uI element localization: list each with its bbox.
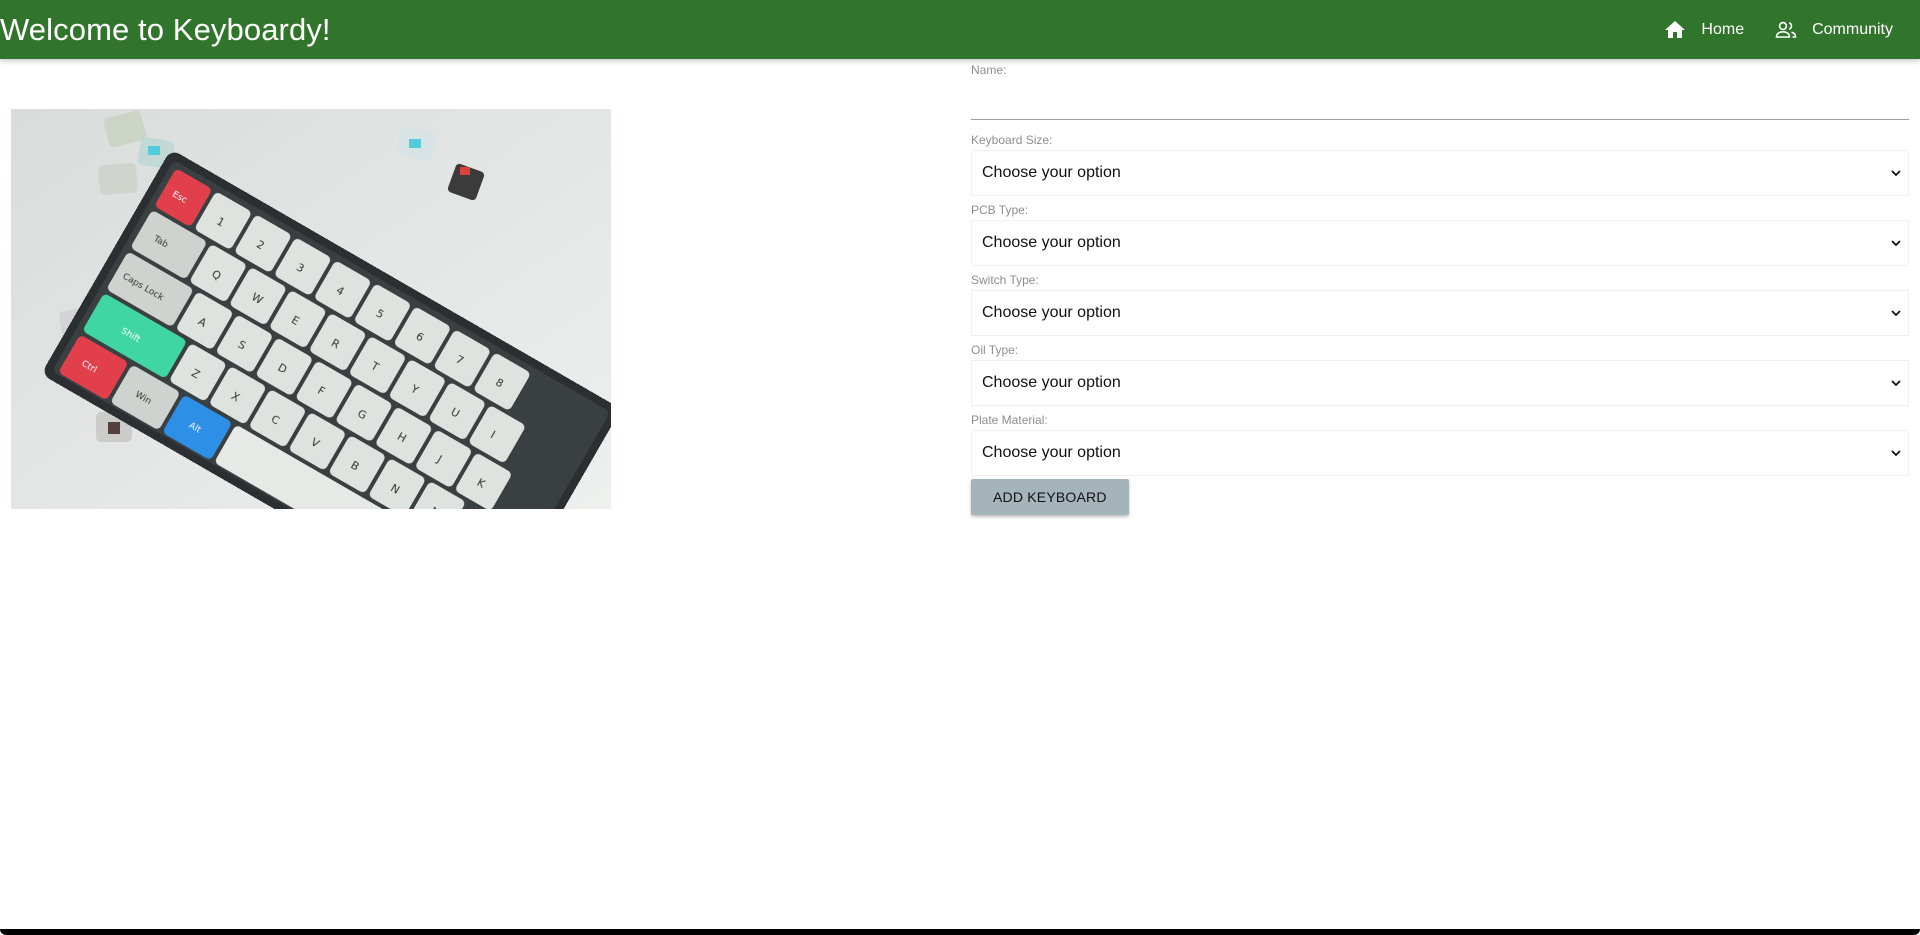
- chevron-down-icon: [1890, 237, 1902, 249]
- window-bottom-edge: [0, 923, 1920, 935]
- keyboard-size-label: Keyboard Size:: [971, 133, 1053, 147]
- people-icon: [1774, 18, 1798, 42]
- plate-material-select[interactable]: Choose your option: [971, 430, 1909, 476]
- nav-community-link[interactable]: Community: [1759, 0, 1908, 59]
- site-title[interactable]: Welcome to Keyboardy!: [0, 0, 331, 59]
- nav-community-label: Community: [1812, 20, 1893, 38]
- nav-home-label: Home: [1701, 20, 1745, 38]
- name-input[interactable]: [971, 78, 1909, 120]
- switch-type-select[interactable]: Choose your option: [971, 290, 1909, 336]
- pcb-type-value: Choose your option: [982, 234, 1121, 251]
- keyboard-photo: Esc 123 456 78 Tab Q W E R T Y U I Caps …: [11, 109, 611, 509]
- home-icon: [1663, 18, 1687, 42]
- plate-material-label: Plate Material:: [971, 413, 1048, 427]
- add-keyboard-form: Name: Keyboard Size: Choose your option …: [971, 62, 1909, 515]
- oil-type-value: Choose your option: [982, 374, 1121, 391]
- oil-type-label: Oil Type:: [971, 343, 1019, 357]
- name-label: Name:: [971, 63, 1007, 77]
- keyboard-size-value: Choose your option: [982, 164, 1121, 181]
- chevron-down-icon: [1890, 307, 1902, 319]
- nav-links: Home Community: [1648, 0, 1920, 59]
- keyboard-size-select[interactable]: Choose your option: [971, 150, 1909, 196]
- switch-type-label: Switch Type:: [971, 273, 1039, 287]
- chevron-down-icon: [1890, 447, 1902, 459]
- plate-material-value: Choose your option: [982, 444, 1121, 461]
- pcb-type-select[interactable]: Choose your option: [971, 220, 1909, 266]
- top-navbar: Welcome to Keyboardy! Home Community: [0, 0, 1920, 59]
- nav-home-link[interactable]: Home: [1648, 0, 1759, 59]
- keyboard-illustration: Esc 123 456 78 Tab QWE RTY UI Caps Lock …: [11, 109, 611, 509]
- chevron-down-icon: [1890, 377, 1902, 389]
- pcb-type-label: PCB Type:: [971, 203, 1029, 217]
- add-keyboard-button[interactable]: ADD KEYBOARD: [971, 479, 1129, 515]
- chevron-down-icon: [1890, 167, 1902, 179]
- switch-type-value: Choose your option: [982, 304, 1121, 321]
- oil-type-select[interactable]: Choose your option: [971, 360, 1909, 406]
